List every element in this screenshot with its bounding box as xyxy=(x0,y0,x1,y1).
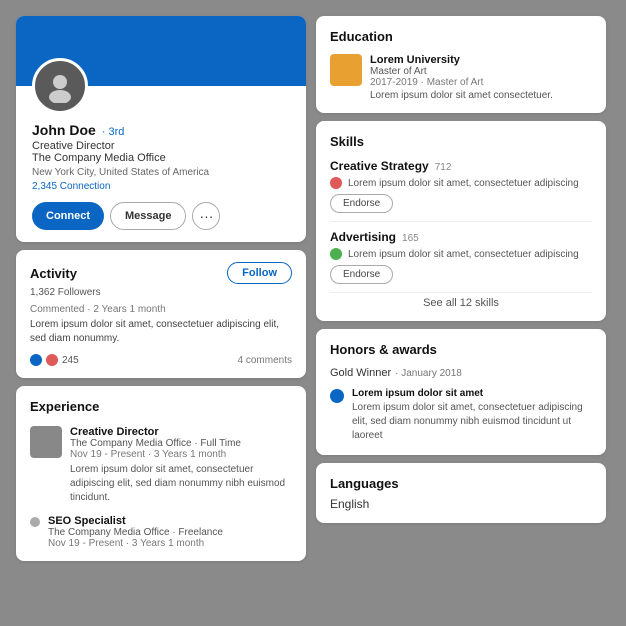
exp-desc-1: Lorem ipsum dolor sit amet, consectetuer… xyxy=(70,463,292,505)
experience-details-2: SEO Specialist The Company Media Office … xyxy=(48,515,292,549)
activity-text: Lorem ipsum dolor sit amet, consectetuer… xyxy=(30,318,292,346)
activity-title: Activity xyxy=(30,266,77,281)
right-panel: Education Lorem University Master of Art… xyxy=(316,16,606,610)
profile-degree: · 3rd xyxy=(102,126,125,138)
profile-title: Creative Director xyxy=(32,140,290,152)
more-button[interactable]: ··· xyxy=(192,202,220,230)
honors-date: · January 2018 xyxy=(395,368,462,379)
honors-item: Lorem ipsum dolor sit amet Lorem ipsum d… xyxy=(330,387,592,443)
activity-card: Activity Follow 1,362 Followers Commente… xyxy=(16,250,306,378)
languages-value: English xyxy=(330,497,592,511)
experience-card: Experience Creative Director The Company… xyxy=(16,386,306,561)
edu-year: 2017-2019 · Master of Art xyxy=(370,77,592,88)
left-panel: John Doe · 3rd Creative Director The Com… xyxy=(16,16,306,610)
experience-item-1: Creative Director The Company Media Offi… xyxy=(30,426,292,505)
education-card: Education Lorem University Master of Art… xyxy=(316,16,606,113)
like-dot-blue xyxy=(30,354,42,366)
profile-location: New York City, United States of America xyxy=(32,167,290,178)
like-dot-red xyxy=(46,354,58,366)
endorser-dot-1 xyxy=(330,177,342,189)
profile-card: John Doe · 3rd Creative Director The Com… xyxy=(16,16,306,242)
skill-header-2: Advertising 165 xyxy=(330,230,592,244)
profile-company: The Company Media Office xyxy=(32,152,290,164)
skill-count-2: 165 xyxy=(402,233,419,244)
education-icon xyxy=(330,54,362,86)
activity-footer: 245 4 comments xyxy=(30,354,292,366)
skill-item-2: Advertising 165 Lorem ipsum dolor sit am… xyxy=(330,230,592,284)
endorse-button-2[interactable]: Endorse xyxy=(330,265,393,284)
exp-title-2: SEO Specialist xyxy=(48,515,292,527)
activity-followers: 1,362 Followers xyxy=(30,287,292,298)
endorser-dot-2 xyxy=(330,248,342,260)
honors-text-wrap: Lorem ipsum dolor sit amet Lorem ipsum d… xyxy=(352,387,592,443)
honors-subtitle: Gold Winner xyxy=(330,367,391,379)
experience-icon-1 xyxy=(30,426,62,458)
like-count: 245 xyxy=(62,355,79,366)
honors-dot xyxy=(330,389,344,403)
languages-card: Languages English xyxy=(316,463,606,523)
skill-item-1: Creative Strategy 712 Lorem ipsum dolor … xyxy=(330,159,592,213)
profile-name-row: John Doe · 3rd xyxy=(32,122,290,138)
activity-likes: 245 xyxy=(30,354,79,366)
honors-title: Honors & awards xyxy=(330,342,437,357)
honors-desc: Lorem ipsum dolor sit amet, consectetuer… xyxy=(352,401,592,443)
profile-connections: 2,345 Connection xyxy=(32,181,290,192)
profile-actions: Connect Message ··· xyxy=(32,202,290,230)
profile-banner xyxy=(16,16,306,86)
exp-company-2: The Company Media Office · Freelance xyxy=(48,527,292,538)
honors-subtitle-row: Gold Winner · January 2018 xyxy=(330,363,592,379)
education-title: Education xyxy=(330,29,393,44)
skill-name-2: Advertising xyxy=(330,230,396,244)
avatar xyxy=(32,58,88,114)
edu-degree: Master of Art xyxy=(370,66,592,77)
experience-item-2: SEO Specialist The Company Media Office … xyxy=(30,515,292,549)
exp-title-1: Creative Director xyxy=(70,426,292,438)
skill-count-1: 712 xyxy=(435,162,452,173)
activity-comments: 4 comments xyxy=(238,355,292,366)
activity-header: Activity Follow xyxy=(30,262,292,284)
avatar-wrap xyxy=(32,58,88,114)
endorse-button-1[interactable]: Endorse xyxy=(330,194,393,213)
honors-summary: Lorem ipsum dolor sit amet xyxy=(352,387,592,401)
skills-card: Skills Creative Strategy 712 Lorem ipsum… xyxy=(316,121,606,321)
exp-company-1: The Company Media Office · Full Time xyxy=(70,438,292,449)
skill-endorser-2: Lorem ipsum dolor sit amet, consectetuer… xyxy=(330,248,592,260)
education-details: Lorem University Master of Art 2017-2019… xyxy=(370,54,592,101)
activity-meta: Commented · 2 Years 1 month xyxy=(30,304,292,315)
skill-divider xyxy=(330,221,592,222)
languages-title: Languages xyxy=(330,476,399,491)
skill-endorser-1: Lorem ipsum dolor sit amet, consectetuer… xyxy=(330,177,592,189)
exp-duration-1: Nov 19 - Present · 3 Years 1 month xyxy=(70,449,292,460)
exp-duration-2: Nov 19 - Present · 3 Years 1 month xyxy=(48,538,292,549)
skill-header-1: Creative Strategy 712 xyxy=(330,159,592,173)
education-item: Lorem University Master of Art 2017-2019… xyxy=(330,54,592,101)
endorser-text-1: Lorem ipsum dolor sit amet, consectetuer… xyxy=(348,178,579,189)
experience-details-1: Creative Director The Company Media Offi… xyxy=(70,426,292,505)
edu-desc: Lorem ipsum dolor sit amet consectetuer. xyxy=(370,90,592,101)
skills-title: Skills xyxy=(330,134,364,149)
exp-dot-2 xyxy=(30,517,40,527)
see-all-skills[interactable]: See all 12 skills xyxy=(330,292,592,309)
follow-button[interactable]: Follow xyxy=(227,262,292,284)
experience-title: Experience xyxy=(30,399,99,414)
skill-name-1: Creative Strategy xyxy=(330,159,429,173)
edu-school: Lorem University xyxy=(370,54,592,66)
profile-name: John Doe xyxy=(32,122,96,138)
endorser-text-2: Lorem ipsum dolor sit amet, consectetuer… xyxy=(348,249,579,260)
message-button[interactable]: Message xyxy=(110,202,186,230)
honors-card: Honors & awards Gold Winner · January 20… xyxy=(316,329,606,455)
connect-button[interactable]: Connect xyxy=(32,202,104,230)
